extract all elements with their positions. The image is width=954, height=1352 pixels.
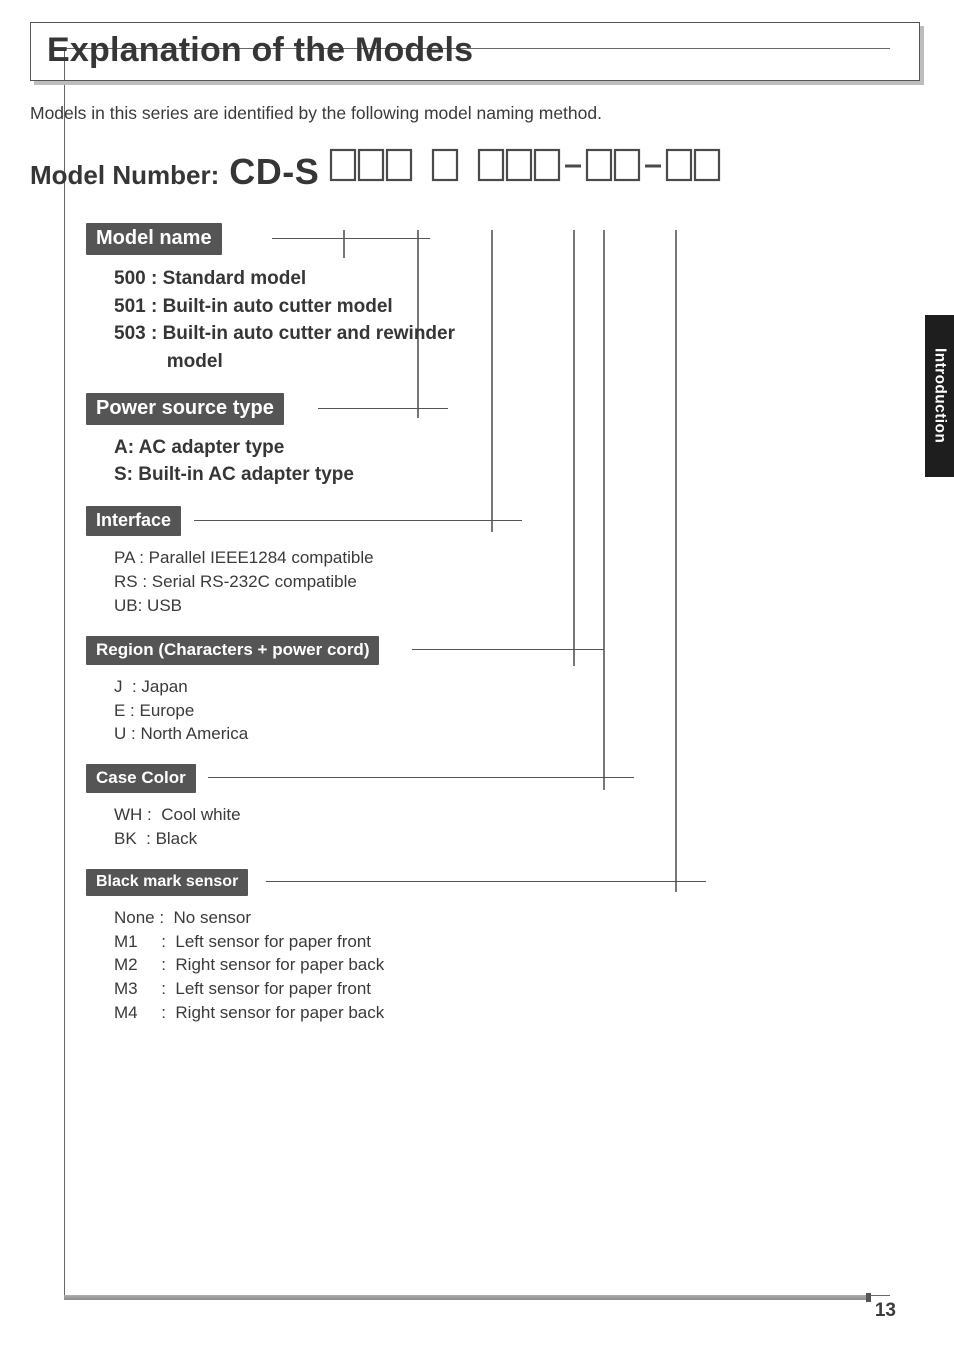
region-line: E : Europe: [114, 699, 920, 723]
interface-line: PA : Parallel IEEE1284 compatible: [114, 546, 920, 570]
header-case-color: Case Color: [86, 764, 196, 793]
model-number-line: Model Number: CD-S: [30, 148, 920, 193]
model-prefix: CD-S: [229, 151, 319, 193]
black-mark-line: M2 : Right sensor for paper back: [114, 953, 920, 977]
model-name-line: 500 : Standard model: [114, 265, 920, 293]
black-mark-line: M4 : Right sensor for paper back: [114, 1001, 920, 1025]
case-color-line: BK : Black: [114, 827, 920, 851]
title-box: Explanation of the Models: [30, 22, 920, 81]
footer-tick: [866, 1293, 871, 1302]
interface-line: UB: USB: [114, 594, 920, 618]
model-name-line: 501 : Built-in auto cutter model: [114, 293, 920, 321]
power-source-line: S: Built-in AC adapter type: [114, 462, 920, 489]
header-interface: Interface: [86, 506, 181, 536]
intro-text: Models in this series are identified by …: [30, 103, 920, 124]
model-name-line: 503 : Built-in auto cutter and rewinder: [114, 320, 920, 348]
section-region: Region (Characters + power cord) J : Jap…: [86, 636, 920, 758]
power-source-line: A: AC adapter type: [114, 435, 920, 462]
section-model-name: Model name 500 : Standard model 501 : Bu…: [86, 223, 920, 387]
region-line: J : Japan: [114, 675, 920, 699]
region-line: U : North America: [114, 722, 920, 746]
section-power-source: Power source type A: AC adapter type S: …: [86, 393, 920, 500]
page-number: 13: [875, 1300, 896, 1322]
case-color-line: WH : Cool white: [114, 803, 920, 827]
interface-line: RS : Serial RS-232C compatible: [114, 570, 920, 594]
footer-rule: [64, 1295, 866, 1300]
header-black-mark: Black mark sensor: [86, 869, 248, 896]
model-placeholder-boxes: [329, 148, 831, 184]
section-case-color: Case Color WH : Cool white BK : Black: [86, 764, 920, 863]
model-name-line: model: [114, 348, 920, 376]
section-black-mark: Black mark sensor None : No sensor M1 : …: [86, 869, 920, 1037]
section-interface: Interface PA : Parallel IEEE1284 compati…: [86, 506, 920, 629]
black-mark-line: M3 : Left sensor for paper front: [114, 977, 920, 1001]
header-region: Region (Characters + power cord): [86, 636, 379, 665]
page-content: Explanation of the Models Models in this…: [0, 0, 954, 1037]
black-mark-line: None : No sensor: [114, 906, 920, 930]
header-power-source: Power source type: [86, 393, 284, 425]
black-mark-line: M1 : Left sensor for paper front: [114, 930, 920, 954]
page-title: Explanation of the Models: [47, 31, 903, 70]
header-model-name: Model name: [86, 223, 222, 255]
model-number-label: Model Number:: [30, 160, 219, 191]
